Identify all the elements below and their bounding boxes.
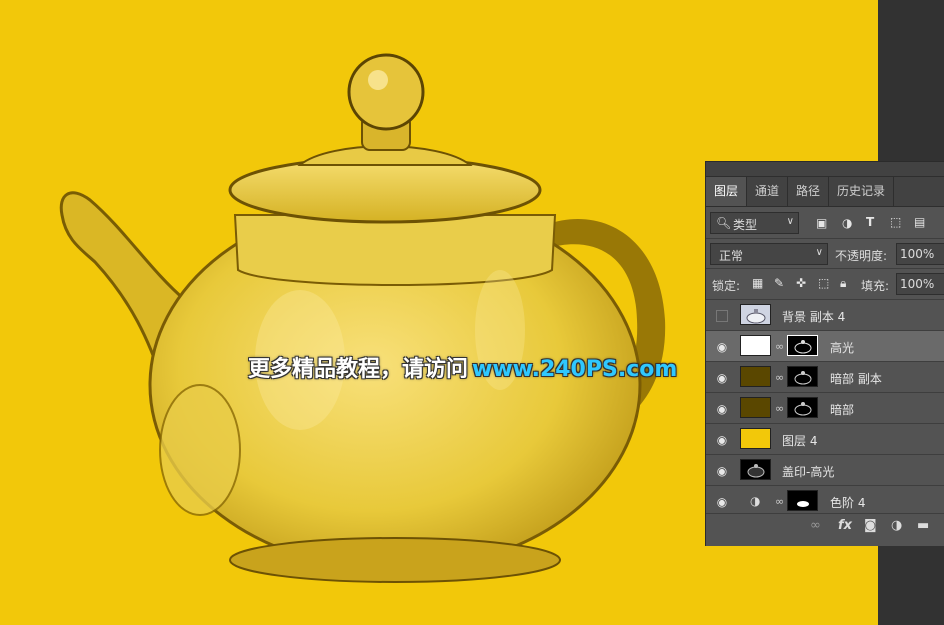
eye-icon[interactable]: ◉ <box>715 340 729 354</box>
panel-bottom-bar: ∞ fx ◙ ◑ ▬ <box>706 513 944 538</box>
blend-row: 正常 ∨ 不透明度: 100% <box>706 238 944 269</box>
shape-filter-icon[interactable]: ⬚ <box>890 215 901 229</box>
layer-thumbnail <box>740 335 771 356</box>
chevron-down-icon: ∨ <box>815 247 823 258</box>
layer-name: 盖印-高光 <box>782 465 835 479</box>
watermark-url: www.240PS.com <box>472 357 678 382</box>
watermark-cn: 更多精品教程，请访问 <box>248 357 469 382</box>
layer-thumbnail <box>740 428 771 449</box>
lock-all-icon[interactable]: 🔒︎ <box>840 276 846 291</box>
chain-link-icon[interactable]: ∞ <box>775 371 784 384</box>
layer-name: 色阶 4 <box>830 496 866 510</box>
tab-paths[interactable]: 路径 <box>788 177 830 206</box>
filter-kind-select[interactable]: 🔍︎ 类型 ∨ <box>710 212 799 234</box>
layers-list: 背景 副本 4 ◉ ∞ 高光 ◉ ∞ 暗部 副本 ◉ ∞ 暗部 ◉ 图层 4 ◉… <box>706 299 944 514</box>
chevron-down-icon: ∨ <box>786 216 794 227</box>
layer-row[interactable]: ◉ 图层 4 <box>706 424 944 455</box>
fill-label: 填充: <box>861 279 890 293</box>
fx-icon[interactable]: fx <box>838 518 852 533</box>
lock-paint-icon[interactable]: ✎ <box>774 276 784 290</box>
layer-name: 暗部 <box>830 403 855 417</box>
fill-field[interactable]: 100% <box>896 273 944 295</box>
panel-title-bar[interactable] <box>706 162 944 177</box>
chain-link-icon[interactable]: ∞ <box>775 402 784 415</box>
lock-row: 锁定: ▦ ✎ ✜ ⬚ 🔒︎ 填充: 100% <box>706 268 944 299</box>
smart-object-filter-icon[interactable]: ▤ <box>914 215 925 229</box>
tab-history[interactable]: 历史记录 <box>829 177 895 206</box>
layer-row[interactable]: ◉ ∞ 暗部 <box>706 393 944 424</box>
watermark-text: 更多精品教程，请访问 www.240PS.com <box>248 351 677 383</box>
layer-mask-thumbnail[interactable] <box>787 490 818 511</box>
layer-thumbnail <box>740 397 771 418</box>
opacity-value: 100% <box>900 247 935 261</box>
visibility-toggle-off[interactable] <box>716 310 728 322</box>
filter-row: 🔍︎ 类型 ∨ ▣ ◑ T ⬚ ▤ <box>706 208 944 238</box>
opacity-label: 不透明度: <box>835 249 888 263</box>
lock-artboard-icon[interactable]: ⬚ <box>818 276 829 290</box>
tab-channels[interactable]: 通道 <box>747 177 789 206</box>
eye-icon[interactable]: ◉ <box>715 371 729 385</box>
lock-position-icon[interactable]: ✜ <box>796 276 806 290</box>
image-filter-icon[interactable]: ▣ <box>816 216 827 230</box>
link-layers-icon[interactable]: ∞ <box>810 518 821 533</box>
new-adjustment-icon[interactable]: ◑ <box>891 518 902 533</box>
layer-row-selected[interactable]: ◉ ∞ 高光 <box>706 331 944 362</box>
fill-value: 100% <box>900 277 935 291</box>
adjustment-filter-icon[interactable]: ◑ <box>842 216 852 230</box>
layer-name: 暗部 副本 <box>830 372 882 386</box>
opacity-field[interactable]: 100% <box>896 243 944 265</box>
eye-icon[interactable]: ◉ <box>715 464 729 478</box>
eye-icon[interactable]: ◉ <box>715 495 729 509</box>
layer-name: 高光 <box>830 341 855 355</box>
blend-mode-value: 正常 <box>719 249 744 263</box>
new-group-icon[interactable]: ▬ <box>917 518 929 533</box>
add-mask-icon[interactable]: ◙ <box>864 518 877 533</box>
layers-panel: 图层 通道 路径 历史记录 🔍︎ 类型 ∨ ▣ ◑ T ⬚ ▤ 正常 ∨ 不透明… <box>705 161 944 546</box>
layer-name: 背景 副本 4 <box>782 310 846 324</box>
chain-link-icon[interactable]: ∞ <box>775 495 784 508</box>
type-filter-icon[interactable]: T <box>866 215 874 229</box>
lock-label: 锁定: <box>712 279 741 293</box>
layer-thumbnail <box>740 304 771 325</box>
lock-transparency-icon[interactable]: ▦ <box>752 276 763 290</box>
layer-mask-thumbnail[interactable] <box>787 397 818 418</box>
eye-icon[interactable]: ◉ <box>715 402 729 416</box>
layer-name: 图层 4 <box>782 434 818 448</box>
layer-row[interactable]: ◉ 盖印-高光 <box>706 455 944 486</box>
layer-thumbnail <box>740 366 771 387</box>
tab-layers[interactable]: 图层 <box>706 177 748 206</box>
layer-thumbnail <box>740 459 771 480</box>
layer-mask-thumbnail[interactable] <box>787 335 818 356</box>
chain-link-icon[interactable]: ∞ <box>775 340 784 353</box>
layer-row[interactable]: ◉ ∞ 暗部 副本 <box>706 362 944 393</box>
filter-kind-label: 类型 <box>733 218 758 232</box>
panel-tabs: 图层 通道 路径 历史记录 <box>706 177 944 207</box>
search-icon: 🔍︎ <box>716 216 732 230</box>
eye-icon[interactable]: ◉ <box>715 433 729 447</box>
levels-adjustment-icon: ◑ <box>750 494 761 508</box>
layer-row[interactable]: 背景 副本 4 <box>706 300 944 331</box>
blend-mode-select[interactable]: 正常 ∨ <box>710 243 828 265</box>
layer-mask-thumbnail[interactable] <box>787 366 818 387</box>
